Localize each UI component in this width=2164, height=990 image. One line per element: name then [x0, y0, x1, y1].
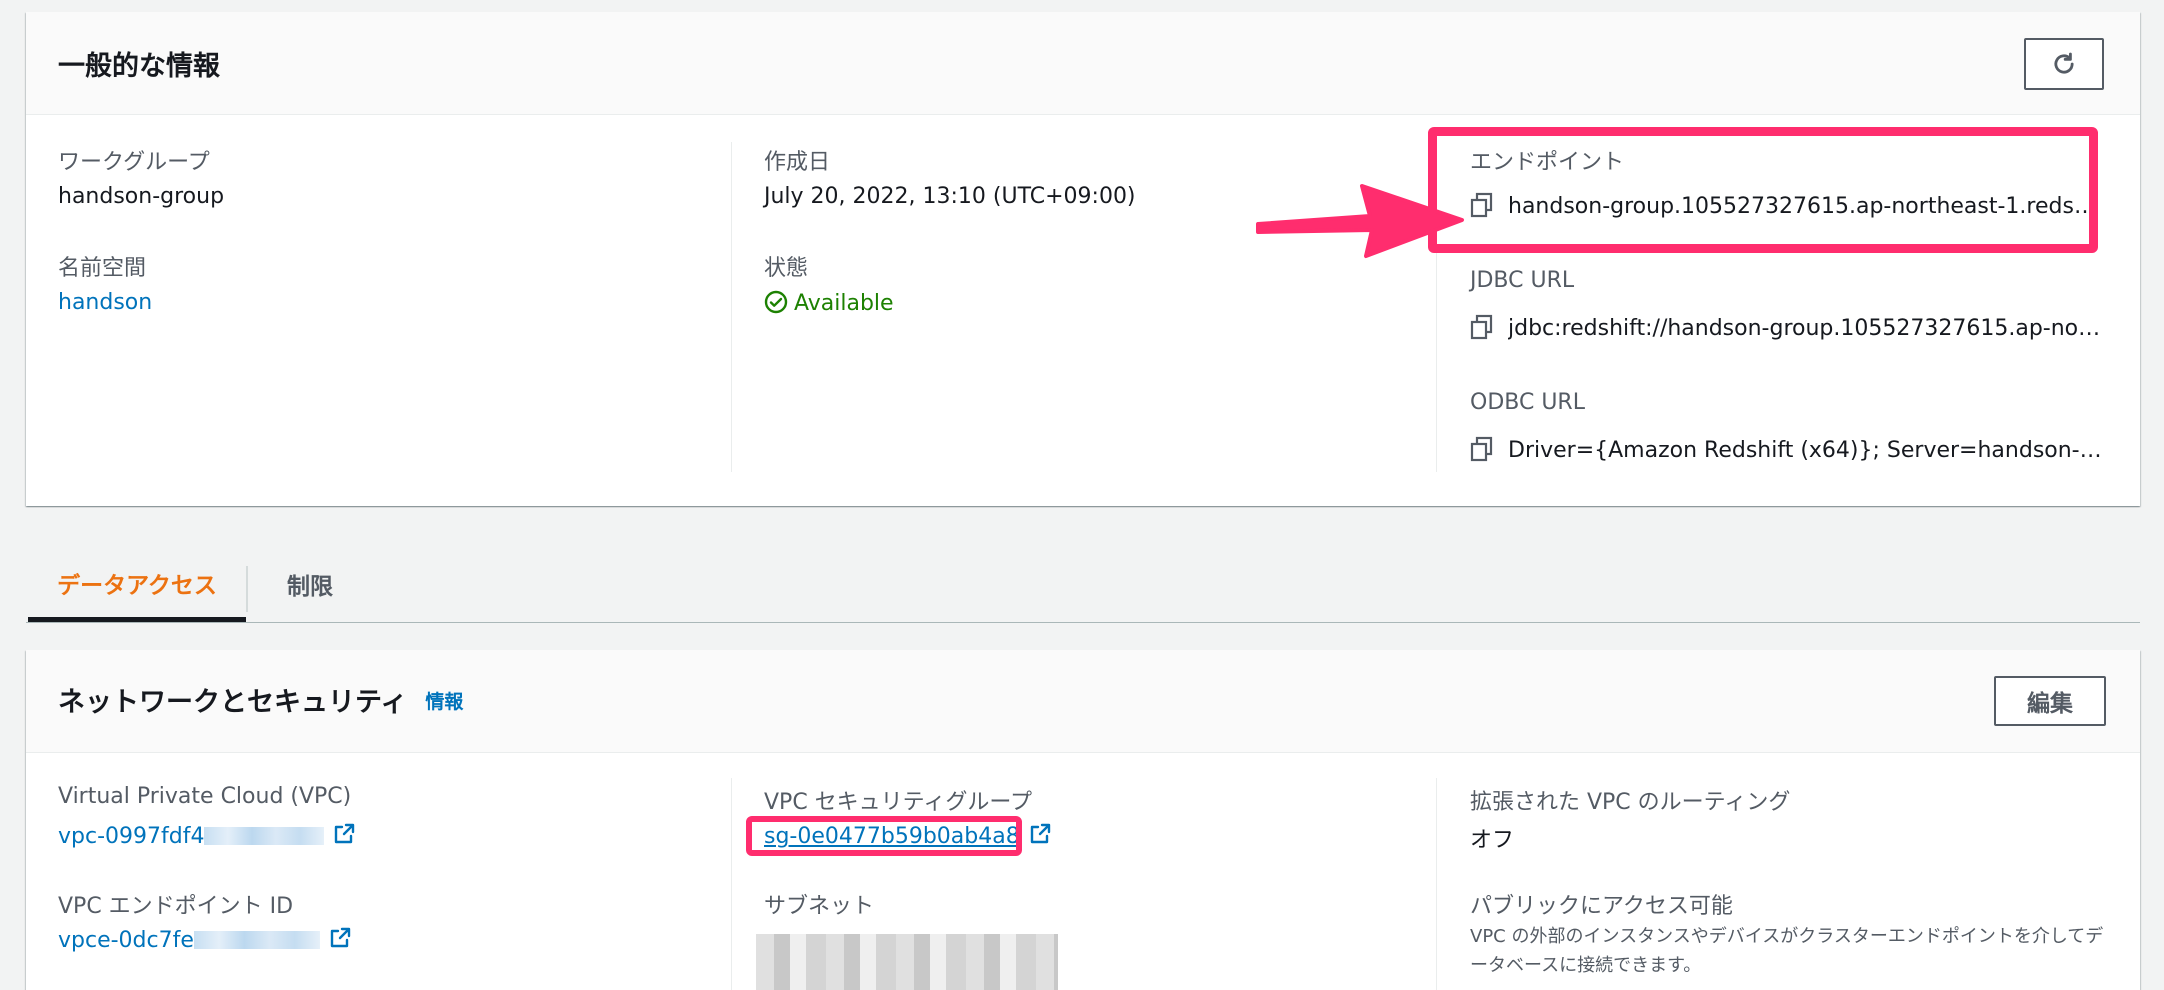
- refresh-icon: [2054, 52, 2074, 74]
- column-divider: [731, 778, 732, 990]
- check-circle-icon: [764, 290, 788, 314]
- redacted-text: [193, 931, 320, 949]
- vpce-id: vpce-0dc7fe: [58, 928, 194, 953]
- refresh-button[interactable]: [2024, 38, 2104, 90]
- tab-data-access[interactable]: データアクセス: [28, 548, 246, 622]
- panel-title: ネットワークとセキュリティ 情報: [58, 680, 463, 719]
- redacted-subnets: [756, 934, 1058, 990]
- vpc-link[interactable]: vpc-0997fdf4: [58, 822, 356, 849]
- panel-title: 一般的な情報: [58, 51, 220, 82]
- network-security-panel: ネットワークとセキュリティ 情報 編集 Virtual Private Cloud…: [26, 650, 2140, 990]
- enhanced-routing-value: オフ: [1470, 828, 1515, 853]
- network-title: ネットワークとセキュリティ: [58, 687, 408, 718]
- vpc-id: vpc-0997fdf4: [58, 824, 205, 849]
- endpoint-highlight-box: [1428, 127, 2098, 253]
- general-info-panel: 一般的な情報 ワークグループ handson-group 名前空間 handso…: [26, 12, 2140, 506]
- vpce-label: VPC エンドポイント ID: [58, 894, 294, 919]
- redacted-text: [204, 827, 325, 845]
- jdbc-label: JDBC URL: [1470, 268, 1575, 293]
- created-label: 作成日: [764, 150, 831, 175]
- odbc-label: ODBC URL: [1470, 390, 1585, 415]
- status-text: Available: [794, 291, 894, 316]
- subnet-label: サブネット: [764, 894, 875, 919]
- tab-limits[interactable]: 制限: [250, 548, 370, 620]
- public-access-description: VPC の外部のインスタンスやデバイスがクラスターエンドポイントを介してデータベ…: [1470, 926, 2104, 976]
- copy-icon[interactable]: [1470, 314, 1494, 340]
- security-group-label: VPC セキュリティグループ: [764, 790, 1033, 815]
- namespace-link[interactable]: handson: [58, 290, 152, 315]
- enhanced-routing-label: 拡張された VPC のルーティング: [1470, 790, 1791, 815]
- column-divider: [1436, 778, 1437, 990]
- security-group-highlight-box: [746, 816, 1022, 856]
- tab-separator: [246, 566, 248, 612]
- vpce-link[interactable]: vpce-0dc7fe: [58, 926, 352, 953]
- status-label: 状態: [764, 256, 809, 281]
- status-value: Available: [764, 290, 894, 316]
- created-value: July 20, 2022, 13:10 (UTC+09:00): [764, 184, 1136, 209]
- vpc-label: Virtual Private Cloud (VPC): [58, 784, 352, 809]
- panel-header: ネットワークとセキュリティ 情報 編集: [26, 650, 2140, 753]
- odbc-value: Driver={Amazon Redshift (x64)}; Server=h…: [1508, 438, 2102, 463]
- external-link-icon: [335, 823, 355, 844]
- edit-button[interactable]: 編集: [1994, 676, 2106, 726]
- workgroup-value: handson-group: [58, 184, 225, 209]
- external-link-icon: [1030, 823, 1050, 844]
- jdbc-value: jdbc:redshift://handson-group.1055273276…: [1508, 316, 2102, 341]
- tab-bar: データアクセス 制限: [26, 548, 2140, 623]
- public-access-label: パブリックにアクセス可能: [1470, 894, 1733, 919]
- workgroup-label: ワークグループ: [58, 150, 210, 175]
- panel-header: 一般的な情報: [26, 12, 2140, 115]
- info-link[interactable]: 情報: [425, 691, 463, 713]
- external-link-icon: [330, 927, 351, 948]
- column-divider: [731, 142, 732, 472]
- copy-icon[interactable]: [1470, 436, 1494, 462]
- arrow-annotation: [1256, 184, 1464, 258]
- namespace-label: 名前空間: [58, 256, 147, 281]
